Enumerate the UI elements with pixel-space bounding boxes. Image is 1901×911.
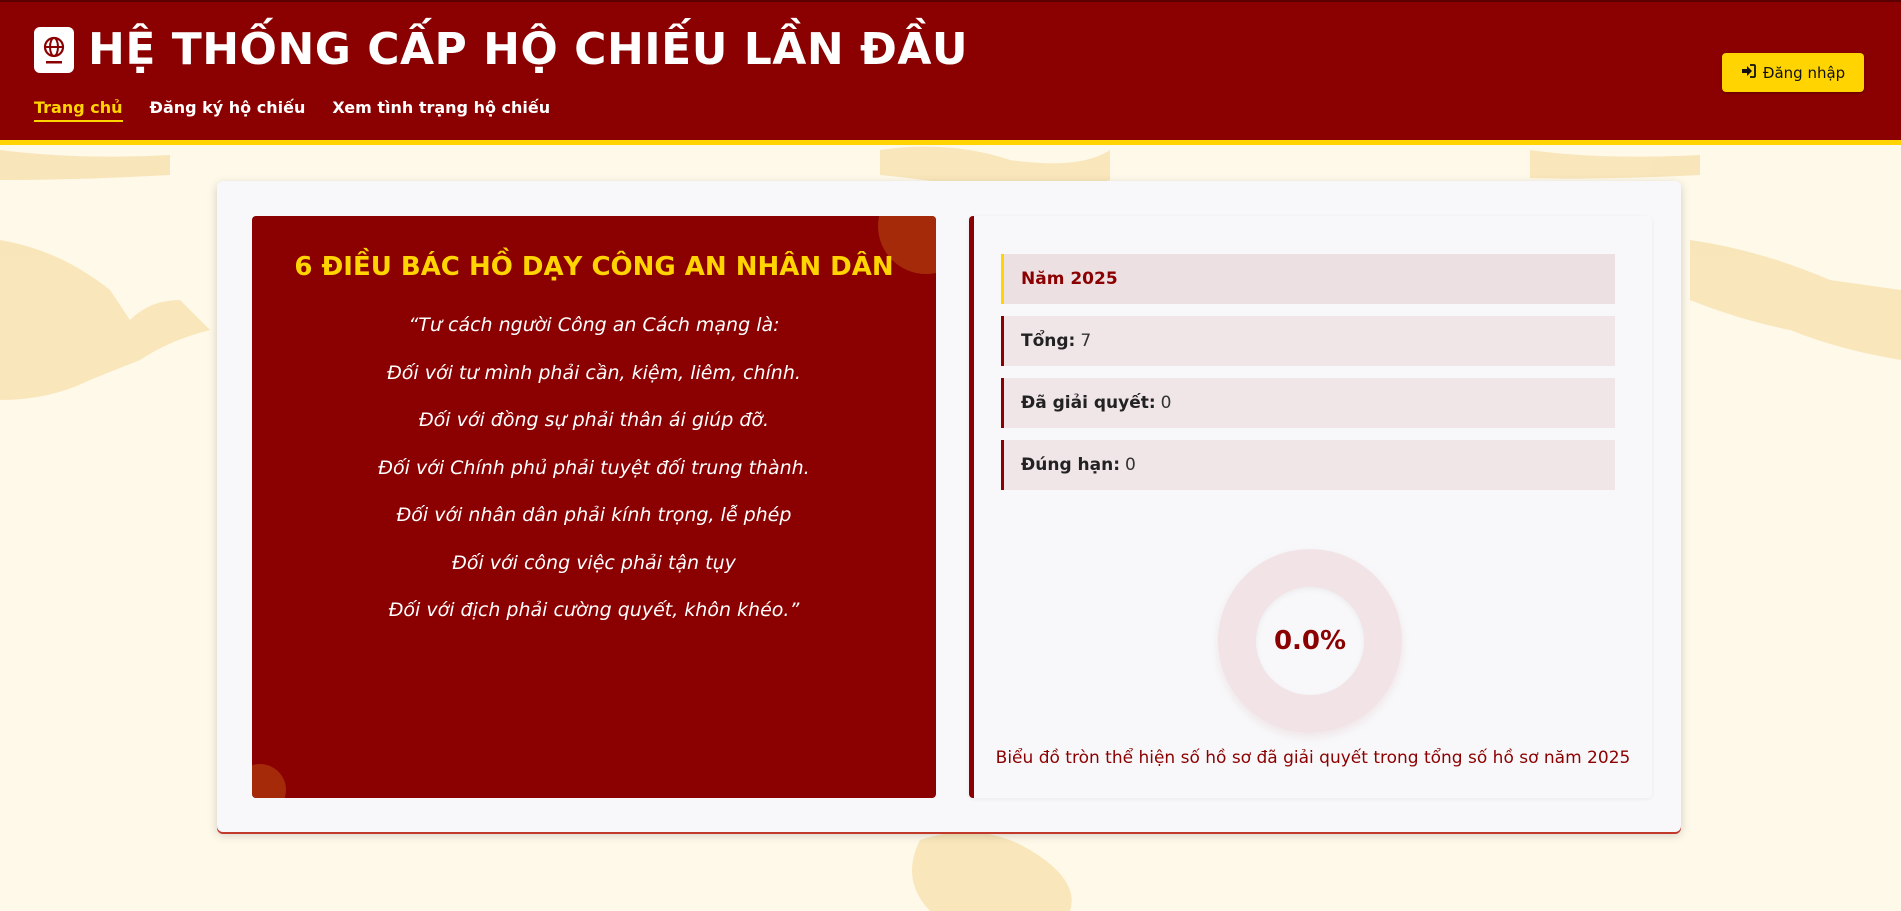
globe-passport-icon bbox=[34, 26, 74, 73]
site-header: HỆ THỐNG CẤP HỘ CHIẾU LẦN ĐẦU Trang chủ … bbox=[0, 0, 1901, 145]
teachings-title: 6 ĐIỀU BÁC HỒ DẠY CÔNG AN NHÂN DÂN bbox=[294, 252, 894, 282]
stat-total: Tổng: 7 bbox=[1001, 316, 1615, 366]
decor-circle-bottom-left bbox=[252, 764, 286, 798]
ho-chi-minh-teachings-panel: 6 ĐIỀU BÁC HỒ DẠY CÔNG AN NHÂN DÂN “Tư c… bbox=[252, 216, 936, 798]
stat-resolved: Đã giải quyết: 0 bbox=[1001, 378, 1615, 428]
brand[interactable]: HỆ THỐNG CẤP HỘ CHIẾU LẦN ĐẦU bbox=[34, 24, 968, 75]
statistics-panel: Năm 2025 Tổng: 7 Đã giải quyết: 0 Đúng h… bbox=[969, 216, 1652, 798]
main-card: 6 ĐIỀU BÁC HỒ DẠY CÔNG AN NHÂN DÂN “Tư c… bbox=[217, 181, 1681, 832]
verse-line: “Tư cách người Công an Cách mạng là: bbox=[408, 314, 780, 336]
stat-on-time-value: 0 bbox=[1125, 455, 1136, 475]
header-topline bbox=[0, 0, 1901, 2]
verse-line: Đối với tư mình phải cần, kiệm, liêm, ch… bbox=[387, 361, 801, 384]
verse-line: Đối với địch phải cường quyết, khôn khéo… bbox=[388, 599, 800, 621]
stat-resolved-value: 0 bbox=[1160, 393, 1172, 413]
verse-line: Đối với công việc phải tận tụy bbox=[452, 551, 736, 574]
chart-caption: Biểu đồ tròn thể hiện số hồ sơ đã giải q… bbox=[995, 748, 1631, 768]
stat-resolved-label: Đã giải quyết: bbox=[1021, 393, 1156, 413]
verse-line: Đối với nhân dân phải kính trọng, lễ phé… bbox=[396, 504, 792, 526]
donut-percent: 0.0% bbox=[1273, 626, 1347, 656]
sign-in-icon bbox=[1741, 63, 1756, 82]
nav-register-passport[interactable]: Đăng ký hộ chiếu bbox=[150, 98, 306, 122]
teachings-verses: “Tư cách người Công an Cách mạng là: Đối… bbox=[252, 312, 936, 645]
stat-year-label: Năm 2025 bbox=[1021, 269, 1118, 289]
stat-total-value: 7 bbox=[1080, 331, 1092, 351]
stat-on-time-label: Đúng hạn: bbox=[1021, 455, 1121, 475]
main-nav: Trang chủ Đăng ký hộ chiếu Xem tình trạn… bbox=[34, 98, 550, 122]
verse-line: Đối với đồng sự phải thân ái giúp đỡ. bbox=[418, 409, 770, 431]
verse-line: Đối với Chính phủ phải tuyệt đối trung t… bbox=[378, 456, 810, 479]
resolved-donut-chart: 0.0% bbox=[1218, 549, 1402, 733]
stat-year: Năm 2025 bbox=[1001, 254, 1615, 304]
login-label: Đăng nhập bbox=[1762, 63, 1846, 82]
donut-center: 0.0% bbox=[1256, 587, 1364, 695]
donut-ring: 0.0% bbox=[1218, 549, 1402, 733]
nav-home[interactable]: Trang chủ bbox=[34, 98, 123, 122]
login-button[interactable]: Đăng nhập bbox=[1722, 53, 1864, 92]
nav-passport-status[interactable]: Xem tình trạng hộ chiếu bbox=[332, 98, 550, 122]
site-title: HỆ THỐNG CẤP HỘ CHIẾU LẦN ĐẦU bbox=[88, 24, 969, 75]
stat-total-label: Tổng: bbox=[1021, 331, 1076, 351]
stat-on-time: Đúng hạn: 0 bbox=[1001, 440, 1615, 490]
